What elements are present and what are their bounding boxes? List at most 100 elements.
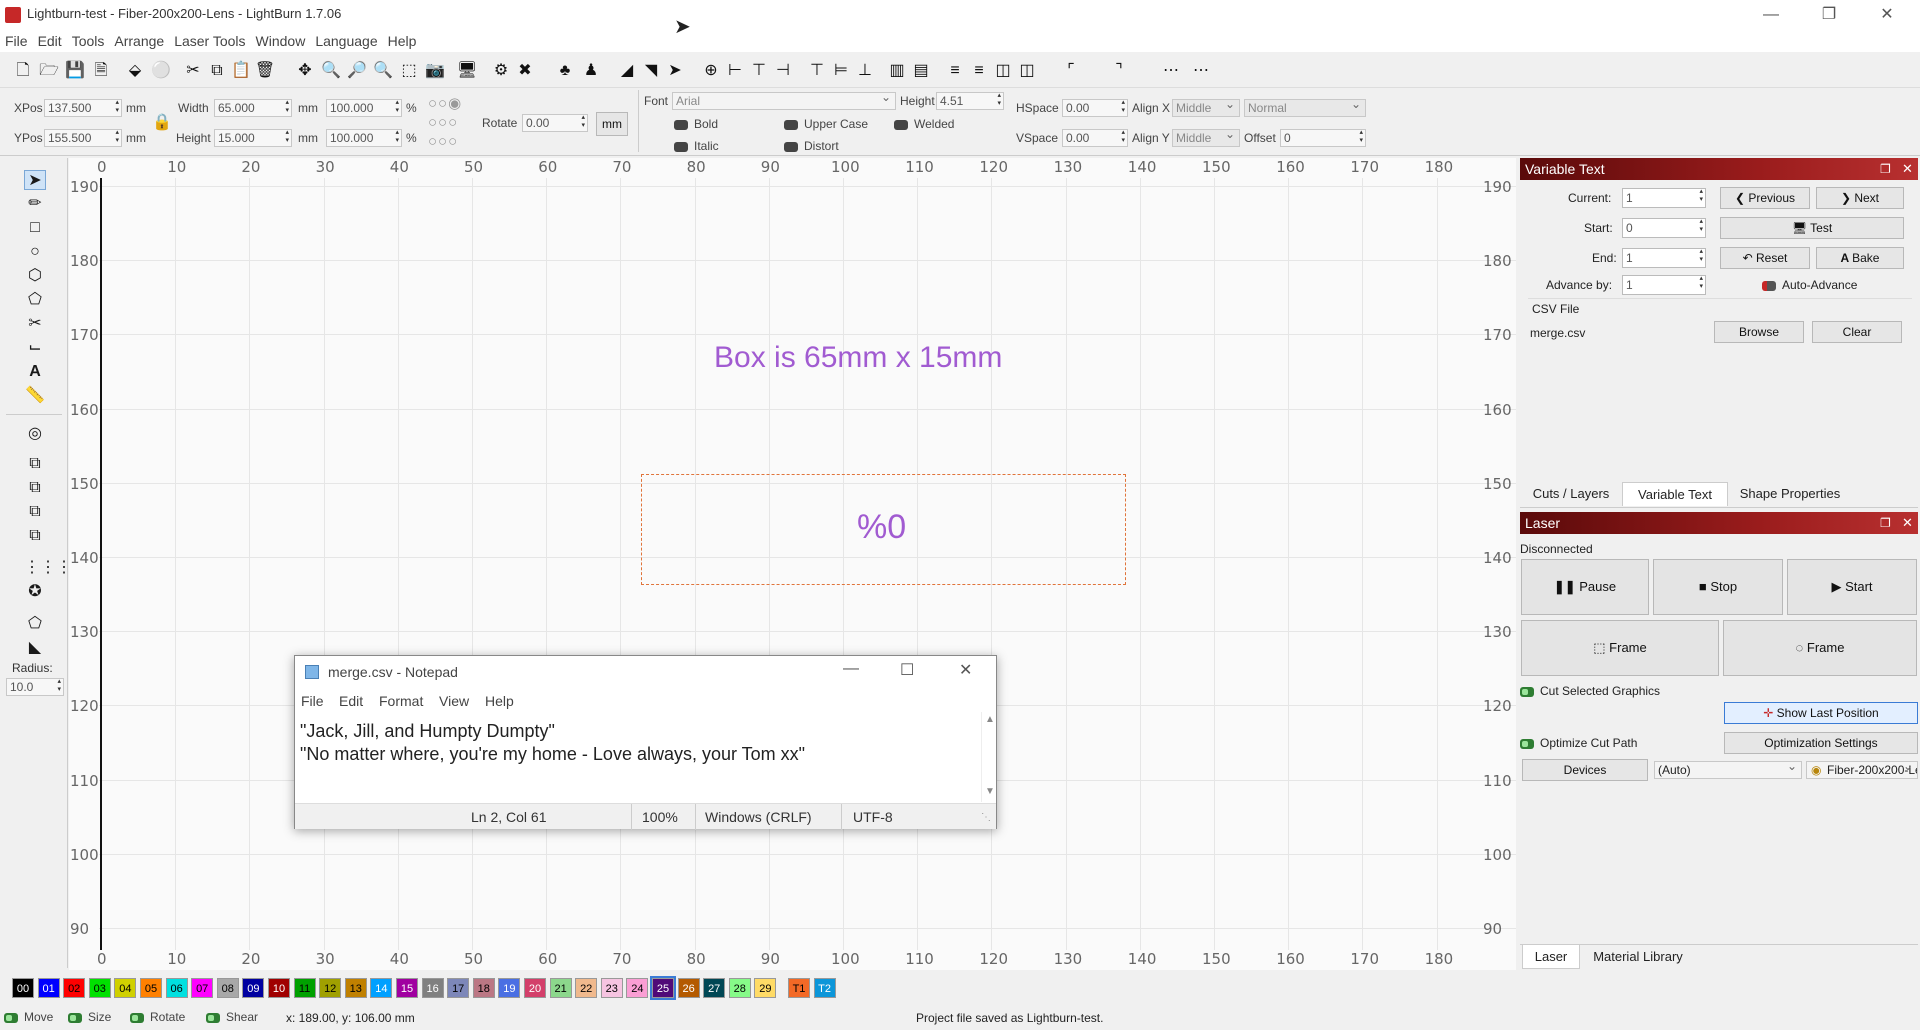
group-icon[interactable]: ♣ bbox=[554, 60, 576, 82]
layer-color-swatch-10[interactable]: 10 bbox=[268, 978, 290, 998]
rotate-input[interactable]: 0.00 bbox=[522, 114, 588, 132]
align-vcenter-icon[interactable]: ⊨ bbox=[830, 60, 852, 82]
close-button[interactable]: ✕ bbox=[1864, 0, 1910, 30]
device-select[interactable]: ◉ Fiber-200x200-Le bbox=[1806, 761, 1918, 779]
undo-icon[interactable]: ⬙ bbox=[124, 60, 146, 82]
layer-color-swatch-25[interactable]: 25 bbox=[650, 976, 676, 1000]
layer-color-swatch-24[interactable]: 24 bbox=[626, 978, 649, 998]
menu-help[interactable]: Help bbox=[383, 30, 422, 52]
layer-color-swatch-16[interactable]: 16 bbox=[421, 978, 444, 998]
layer-color-swatch-T1[interactable]: T1 bbox=[788, 978, 810, 998]
units-button[interactable]: mm bbox=[596, 112, 628, 136]
zoom-in-icon[interactable]: 🔍 bbox=[320, 60, 342, 82]
align-top-icon[interactable]: ⊤ bbox=[806, 60, 828, 82]
notepad-menu-file[interactable]: File bbox=[301, 693, 324, 709]
italic-toggle[interactable]: Italic bbox=[674, 139, 719, 153]
start-input[interactable]: 0 bbox=[1622, 218, 1706, 238]
radius-input[interactable]: 10.0 bbox=[6, 678, 64, 696]
font-select[interactable]: Arial bbox=[672, 89, 896, 110]
shear-toggle[interactable]: Shear bbox=[206, 1010, 258, 1024]
layer-color-swatch-20[interactable]: 20 bbox=[524, 978, 546, 998]
notepad-maximize-button[interactable]: ☐ bbox=[900, 660, 914, 680]
layer-color-swatch-22[interactable]: 22 bbox=[575, 978, 598, 998]
layer-color-swatch-02[interactable]: 02 bbox=[63, 978, 86, 998]
close-panel-icon[interactable]: ✕ bbox=[1902, 512, 1913, 534]
ungroup-icon[interactable]: ♟ bbox=[580, 60, 602, 82]
frame-circle-button[interactable]: ◌ Frame bbox=[1723, 620, 1917, 676]
resize-grip-icon[interactable]: ⋱ bbox=[981, 812, 991, 823]
layer-color-swatch-29[interactable]: 29 bbox=[754, 978, 777, 998]
notepad-menu-format[interactable]: Format bbox=[379, 693, 423, 709]
offset-shapes-icon[interactable]: ◎ bbox=[24, 424, 46, 444]
size-toggle[interactable]: Size bbox=[68, 1010, 111, 1024]
menu-file[interactable]: File bbox=[0, 30, 33, 52]
align-x-select[interactable]: Middle bbox=[1172, 96, 1240, 117]
browse-button[interactable]: Browse bbox=[1714, 321, 1804, 343]
ellipse-tool-icon[interactable]: ○ bbox=[24, 242, 46, 262]
corner-round-icon[interactable]: ⬠ bbox=[24, 614, 46, 634]
save-icon[interactable]: 💾 bbox=[64, 60, 86, 82]
polygon-tool-icon[interactable]: ⬡ bbox=[24, 266, 46, 286]
dock-align-icon[interactable]: ⋯ bbox=[1190, 60, 1212, 82]
trim-tool-icon[interactable]: ✂ bbox=[24, 314, 46, 334]
test-button[interactable]: 🖥 Test bbox=[1720, 217, 1904, 239]
height-pct-input[interactable]: 100.000 bbox=[326, 129, 402, 147]
tools-icon[interactable]: ✖ bbox=[514, 60, 536, 82]
layer-color-swatch-03[interactable]: 03 bbox=[88, 978, 111, 998]
bake-button[interactable]: A Bake bbox=[1816, 247, 1904, 269]
tab-laser[interactable]: Laser bbox=[1522, 945, 1580, 969]
move-toggle[interactable]: Move bbox=[4, 1010, 53, 1024]
save-as-icon[interactable]: 🗎 bbox=[90, 60, 112, 82]
align-center-icon[interactable]: ⊕ bbox=[700, 60, 722, 82]
optimization-settings-button[interactable]: Optimization Settings bbox=[1724, 732, 1918, 754]
menu-tools[interactable]: Tools bbox=[67, 30, 110, 52]
open-file-icon[interactable]: 🗁 bbox=[38, 60, 60, 82]
notepad-window[interactable]: merge.csv - Notepad — ☐ ✕ File Edit Form… bbox=[294, 655, 997, 830]
upper-case-toggle[interactable]: Upper Case bbox=[784, 117, 868, 131]
zoom-selection-icon[interactable]: ⬚ bbox=[398, 60, 420, 82]
offset-input[interactable]: 0 bbox=[1280, 129, 1366, 147]
lock-icon[interactable]: 🔒 bbox=[152, 112, 172, 132]
space-odd-icon[interactable]: ◫ bbox=[1016, 60, 1038, 82]
align-left-icon[interactable]: ⊢ bbox=[724, 60, 746, 82]
layer-color-swatch-09[interactable]: 09 bbox=[242, 978, 265, 998]
text-height-input[interactable]: 4.51 bbox=[936, 92, 1004, 110]
restore-button[interactable]: ❐ bbox=[1806, 0, 1852, 30]
new-file-icon[interactable]: 🗋 bbox=[12, 60, 34, 82]
paste-icon[interactable]: 📋 bbox=[230, 60, 252, 82]
copy-icon[interactable]: ⧉ bbox=[206, 60, 228, 82]
start-button[interactable]: ▶ Start bbox=[1787, 559, 1917, 615]
notepad-close-button[interactable]: ✕ bbox=[959, 660, 972, 680]
height-input[interactable]: 15.000 bbox=[214, 129, 292, 147]
stop-button[interactable]: ■ Stop bbox=[1653, 559, 1783, 615]
notepad-minimize-button[interactable]: — bbox=[843, 660, 859, 678]
port-select[interactable]: (Auto) bbox=[1654, 758, 1802, 779]
anchor-grid-icon[interactable]: ○○◉ ○○○ ○○○ bbox=[428, 94, 478, 152]
corner-step-icon[interactable]: ⌝ bbox=[1108, 60, 1130, 82]
float-panel-icon[interactable]: ❐ bbox=[1880, 512, 1891, 534]
previous-button[interactable]: ❮ Previous bbox=[1720, 187, 1810, 209]
frame-rect-button[interactable]: ⬚ Frame bbox=[1521, 620, 1719, 676]
width-pct-input[interactable]: 100.000 bbox=[326, 99, 402, 117]
select-tool-icon[interactable]: ➤ bbox=[24, 170, 46, 190]
optimize-cut-path-toggle[interactable]: Optimize Cut Path bbox=[1520, 736, 1637, 750]
pause-button[interactable]: ❚❚ Pause bbox=[1521, 559, 1649, 615]
zoom-out-icon[interactable]: 🔎 bbox=[346, 60, 368, 82]
end-input[interactable]: 1 bbox=[1622, 248, 1706, 268]
cut-icon[interactable]: ✂ bbox=[182, 60, 204, 82]
layer-color-swatch-17[interactable]: 17 bbox=[447, 978, 470, 998]
layer-color-swatch-07[interactable]: 07 bbox=[191, 978, 214, 998]
notepad-text-area[interactable]: "Jack, Jill, and Humpty Dumpty" "No matte… bbox=[300, 720, 805, 766]
layer-color-swatch-05[interactable]: 05 bbox=[140, 978, 162, 998]
width-input[interactable]: 65.000 bbox=[214, 99, 292, 117]
cut-selected-toggle[interactable]: Cut Selected Graphics bbox=[1520, 684, 1660, 698]
welded-toggle[interactable]: Welded bbox=[894, 117, 954, 131]
notepad-scrollbar[interactable]: ▲ ▼ bbox=[981, 712, 997, 802]
devices-button[interactable]: Devices bbox=[1522, 759, 1648, 781]
pen-tool-icon[interactable]: ⬠ bbox=[24, 290, 46, 310]
space-even-icon[interactable]: ◫ bbox=[992, 60, 1014, 82]
layer-color-swatch-27[interactable]: 27 bbox=[703, 978, 726, 998]
corner-tl-icon[interactable]: ⌜ bbox=[1060, 60, 1082, 82]
float-panel-icon[interactable]: ❐ bbox=[1880, 158, 1891, 180]
menu-language[interactable]: Language bbox=[310, 30, 382, 52]
